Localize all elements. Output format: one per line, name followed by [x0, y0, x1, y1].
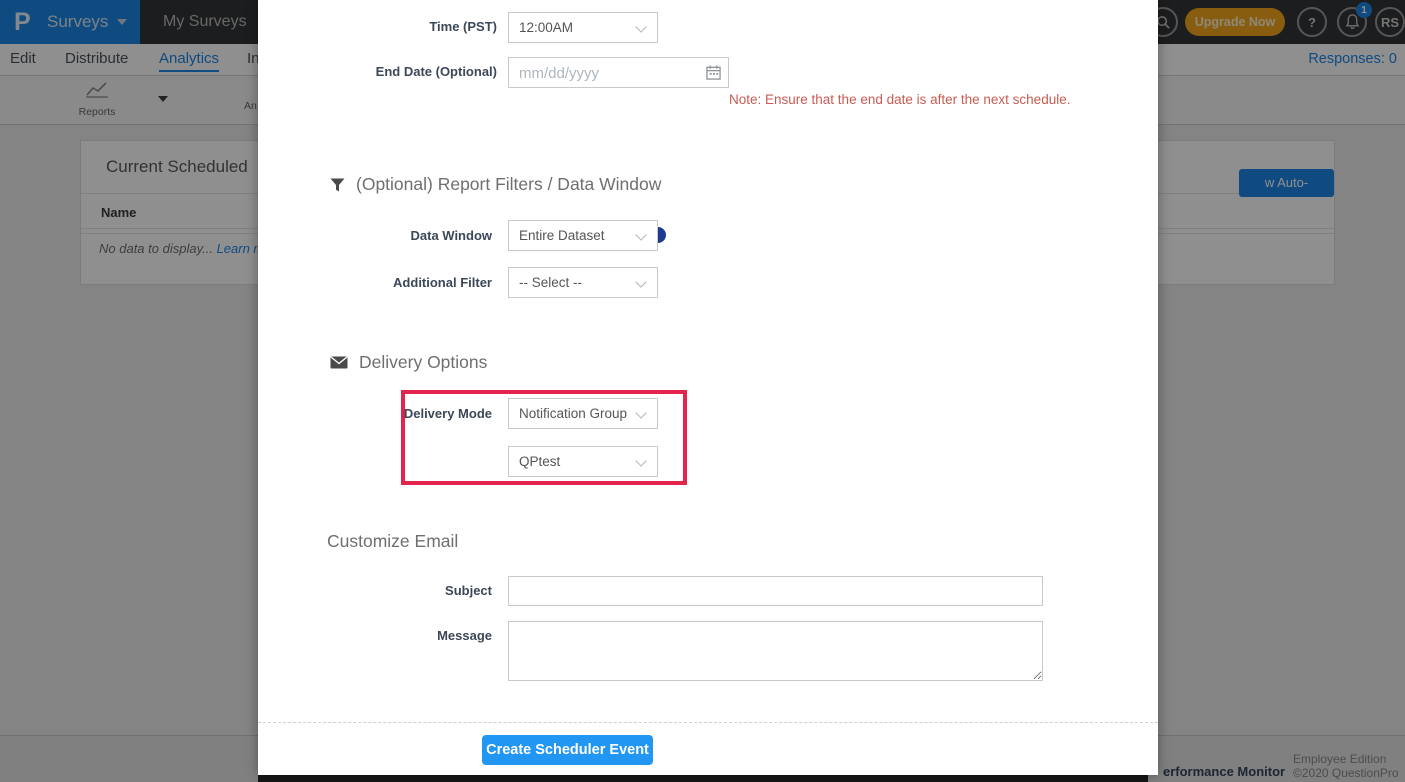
time-select[interactable]: 12:00AM [508, 12, 658, 43]
end-date-note: Note: Ensure that the end date is after … [729, 92, 1070, 107]
data-window-select-value: Entire Dataset [519, 228, 605, 243]
data-window-select[interactable]: Entire Dataset [508, 220, 658, 251]
customize-email-title: Customize Email [327, 531, 458, 552]
message-textarea[interactable] [508, 621, 1043, 681]
chevron-down-icon [635, 229, 646, 240]
delivery-mode-select-value: Notification Group [519, 406, 627, 421]
calendar-icon[interactable] [706, 65, 721, 80]
notification-group-select[interactable]: QPtest [508, 446, 658, 477]
create-scheduler-event-button[interactable]: Create Scheduler Event [482, 735, 653, 765]
filter-funnel-icon [330, 178, 345, 192]
modal-bottom-shadow [258, 775, 1148, 782]
delivery-section-title: Delivery Options [359, 352, 487, 373]
delivery-section-header: Delivery Options [330, 352, 487, 373]
data-window-label: Data Window [253, 228, 492, 243]
chevron-down-icon [635, 21, 646, 32]
end-date-input[interactable] [508, 57, 729, 88]
message-label: Message [253, 628, 492, 643]
chevron-down-icon [635, 455, 646, 466]
additional-filter-label: Additional Filter [253, 275, 492, 290]
end-date-label: End Date (Optional) [258, 64, 497, 79]
notification-group-select-value: QPtest [519, 454, 560, 469]
delivery-mode-select[interactable]: Notification Group [508, 398, 658, 429]
delivery-mode-label: Delivery Mode [253, 406, 492, 421]
data-window-info-icon[interactable] [658, 227, 666, 243]
app-screen: P Surveys My Surveys Upgrade Now ? 1 [0, 0, 1405, 782]
subject-input[interactable] [508, 576, 1043, 606]
filters-section-title: (Optional) Report Filters / Data Window [356, 174, 661, 195]
additional-filter-select-value: -- Select -- [519, 275, 582, 290]
time-label: Time (PST) [258, 19, 497, 34]
modal-footer-divider [258, 722, 1158, 723]
chevron-down-icon [635, 276, 646, 287]
time-select-value: 12:00AM [519, 20, 573, 35]
customize-email-header: Customize Email [327, 531, 458, 552]
chevron-down-icon [635, 407, 646, 418]
filters-section-header: (Optional) Report Filters / Data Window [330, 174, 661, 195]
subject-label: Subject [253, 583, 492, 598]
additional-filter-select[interactable]: -- Select -- [508, 267, 658, 298]
scheduler-modal: Time (PST) 12:00AM End Date (Optional) N… [258, 0, 1158, 775]
envelope-icon [330, 356, 348, 369]
